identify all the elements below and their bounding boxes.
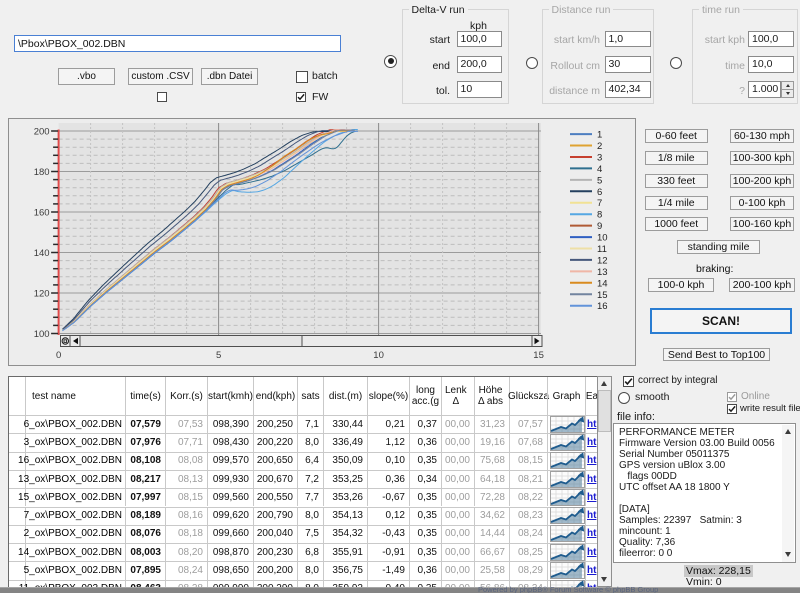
svg-text:1: 1 <box>597 130 602 141</box>
svg-text:11: 11 <box>597 244 607 255</box>
svg-text:10: 10 <box>373 350 384 361</box>
svg-text:9: 9 <box>597 221 602 232</box>
svg-text:4: 4 <box>597 164 602 175</box>
svg-text:100: 100 <box>34 329 50 340</box>
svg-text:120: 120 <box>34 289 50 300</box>
svg-text:15: 15 <box>597 290 608 301</box>
svg-text:200: 200 <box>34 127 50 138</box>
svg-text:140: 140 <box>34 248 50 259</box>
svg-text:5: 5 <box>216 350 221 361</box>
svg-text:12: 12 <box>597 255 608 266</box>
svg-text:13: 13 <box>597 267 608 278</box>
svg-text:6: 6 <box>597 187 602 198</box>
svg-text:2: 2 <box>597 141 602 152</box>
svg-text:3: 3 <box>597 153 602 164</box>
svg-text:8: 8 <box>597 210 602 221</box>
svg-text:5: 5 <box>597 175 602 186</box>
svg-text:7: 7 <box>597 198 602 209</box>
svg-text:0: 0 <box>56 350 61 361</box>
svg-text:16: 16 <box>597 301 608 312</box>
svg-text:160: 160 <box>34 208 50 219</box>
svg-text:180: 180 <box>34 167 50 178</box>
svg-text:15: 15 <box>533 350 544 361</box>
svg-text:14: 14 <box>597 278 608 289</box>
svg-text:10: 10 <box>597 233 608 244</box>
